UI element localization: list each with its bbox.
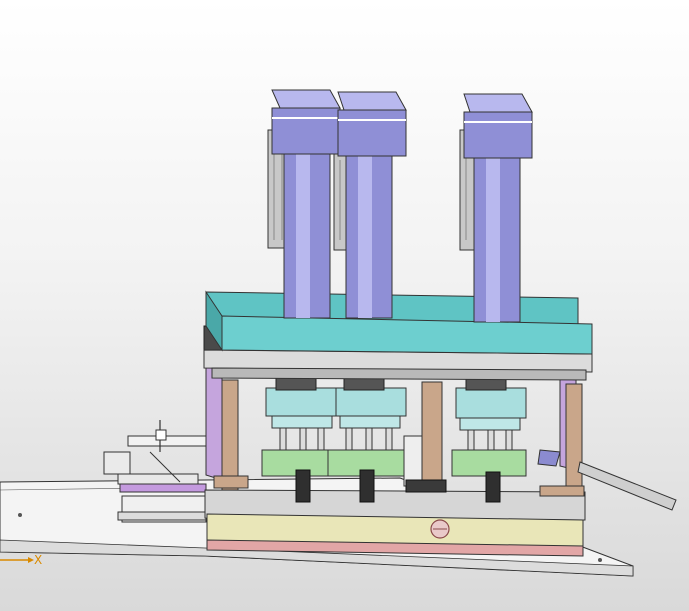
- x-axis-label: X: [34, 553, 43, 567]
- base-block[interactable]: [204, 489, 586, 557]
- coordinate-triad-icon: [0, 557, 34, 563]
- press-cylinder-3[interactable]: [463, 93, 533, 323]
- station-3[interactable]: [451, 373, 527, 503]
- press-cylinder-2[interactable]: [337, 91, 407, 319]
- machine-assembly-model[interactable]: [0, 0, 689, 611]
- cad-3d-viewport[interactable]: X: [0, 0, 689, 611]
- top-plate[interactable]: [205, 290, 593, 355]
